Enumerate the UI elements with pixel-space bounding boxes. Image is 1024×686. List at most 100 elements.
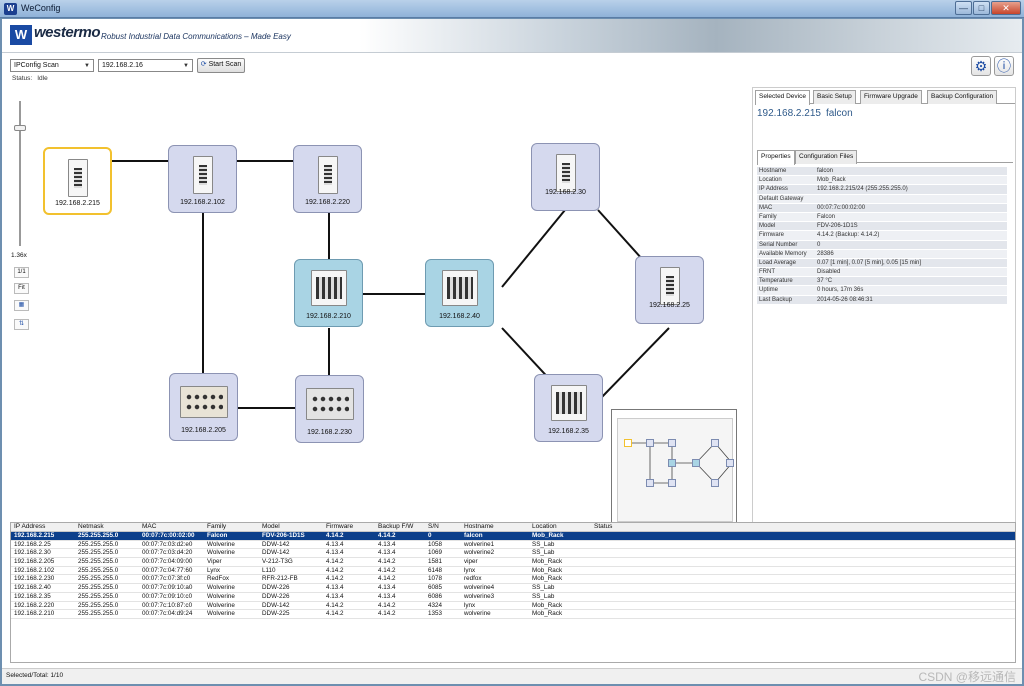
property-row: Hostname falcon <box>757 167 1007 177</box>
table-cell: 4.14.2 <box>378 532 396 539</box>
column-header[interactable]: Firmware <box>326 523 376 530</box>
switch-icon <box>550 385 587 421</box>
column-header[interactable]: Model <box>262 523 324 530</box>
minimize-button[interactable]: — <box>955 1 972 15</box>
table-row[interactable]: 192.168.2.230 255.255.255.0 00:07:7c:07:3f… <box>11 575 1015 585</box>
table-cell: 00:07:7c:09:10:a0 <box>142 584 193 592</box>
property-value: Falcon <box>817 213 836 220</box>
topology-minimap[interactable] <box>611 409 737 529</box>
property-key: Last Backup <box>759 296 793 303</box>
column-header[interactable]: Backup F/W <box>378 523 426 530</box>
table-row[interactable]: 192.168.2.205 255.255.255.0 00:07:7c:04:09… <box>11 558 1015 567</box>
column-header[interactable]: Location <box>532 523 592 530</box>
close-button[interactable]: ✕ <box>991 1 1021 15</box>
table-cell: wolverine4 <box>464 584 495 592</box>
logo-wordmark: westermo <box>34 24 101 41</box>
property-key: Default Gateway <box>759 195 804 202</box>
device-ip: 192.168.2.102 <box>180 199 225 206</box>
settings-button[interactable]: ⚙ <box>971 56 991 76</box>
table-cell: 4.13.4 <box>326 584 344 592</box>
table-cell: 192.168.2.25 <box>14 540 51 548</box>
table-cell: Viper <box>207 558 222 566</box>
table-cell: wolverine2 <box>464 549 495 557</box>
table-cell: Mob_Rack <box>532 532 564 539</box>
arrange-icon[interactable]: ⇅ <box>14 319 29 330</box>
table-cell: 00:07:7c:04:09:00 <box>142 558 193 566</box>
selected-device-name: falcon <box>825 108 853 119</box>
table-cell: 00:07:7c:00:02:00 <box>142 532 195 539</box>
scan-mode-value: IPConfig Scan <box>14 62 59 69</box>
table-cell: Mob_Rack <box>532 566 563 574</box>
table-row[interactable]: 192.168.2.40 255.255.255.0 00:07:7c:09:10:… <box>11 584 1015 593</box>
column-header[interactable]: Family <box>207 523 261 530</box>
table-cell: lynx <box>464 601 476 609</box>
zoom-fit-button[interactable]: Fit <box>14 283 29 294</box>
table-cell: 4324 <box>428 601 443 609</box>
property-row: Uptime 0 hours, 17m 36s <box>757 286 1007 296</box>
table-cell: 255.255.255.0 <box>78 566 119 574</box>
maximize-button[interactable]: □ <box>973 1 990 15</box>
tab-firmware-upgrade[interactable]: Firmware Upgrade <box>860 90 922 104</box>
minimap-node <box>668 479 676 487</box>
device-node-192-168-2-210[interactable]: 192.168.2.210 <box>294 259 363 327</box>
table-cell: 255.255.255.0 <box>78 532 119 539</box>
zoom-actual-size-button[interactable]: 1/1 <box>14 267 29 278</box>
table-row[interactable]: 192.168.2.30 255.255.255.0 00:07:7c:03:d4:… <box>11 549 1015 559</box>
switch-icon <box>310 270 347 306</box>
zoom-level: 1.36x <box>11 252 27 259</box>
zoom-slider-thumb[interactable] <box>14 125 26 131</box>
property-key: MAC <box>759 204 773 211</box>
device-node-192-168-2-205[interactable]: 192.168.2.205 <box>169 373 238 441</box>
layout-icon[interactable]: ▦ <box>14 300 29 311</box>
zoom-slider-track[interactable] <box>19 101 21 246</box>
table-row[interactable]: 192.168.2.25 255.255.255.0 00:07:7c:03:d2:… <box>11 541 1015 550</box>
tab-backup-configuration[interactable]: Backup Configuration <box>927 90 998 104</box>
subtab-configuration-files[interactable]: Configuration Files <box>795 150 858 164</box>
table-cell: 1069 <box>428 549 443 557</box>
table-row[interactable]: 192.168.2.210 255.255.255.0 00:07:7c:04:d9… <box>11 610 1015 619</box>
minimap-viewport[interactable] <box>617 418 734 522</box>
window-title: WeConfig <box>21 3 61 13</box>
table-cell: Wolverine <box>207 601 235 609</box>
table-cell: Lynx <box>207 566 221 574</box>
device-node-192-168-2-25[interactable]: 192.168.2.25 <box>635 256 704 324</box>
column-header[interactable]: Netmask <box>78 523 140 530</box>
table-header: IP Address Netmask MAC Family Model Firmware B… <box>11 523 1015 532</box>
tab-basic-setup[interactable]: Basic Setup <box>813 90 856 104</box>
device-node-192-168-2-230[interactable]: 192.168.2.230 <box>295 375 364 443</box>
table-cell: 00:07:7c:04:77:60 <box>142 566 193 574</box>
start-scan-button[interactable]: ⟳ Start Scan <box>197 58 245 73</box>
table-cell: DDW-225 <box>262 610 290 618</box>
subtab-properties[interactable]: Properties <box>757 150 795 165</box>
table-cell: 4.13.4 <box>378 584 396 592</box>
column-header[interactable]: S/N <box>428 523 462 530</box>
table-cell: Mob_Rack <box>532 575 563 583</box>
table-row[interactable]: 192.168.2.35 255.255.255.0 00:07:7c:09:10:… <box>11 593 1015 602</box>
column-header[interactable]: Hostname <box>464 523 530 530</box>
tab-selected-device[interactable]: Selected Device <box>755 90 810 105</box>
table-cell: 4.14.2 <box>378 566 396 574</box>
device-node-192-168-2-35[interactable]: 192.168.2.35 <box>534 374 603 442</box>
device-node-192-168-2-220[interactable]: 192.168.2.220 <box>293 145 362 213</box>
property-key: Available Memory <box>759 250 807 257</box>
column-header[interactable]: MAC <box>142 523 205 530</box>
scan-mode-select[interactable]: IPConfig Scan ▼ <box>10 59 94 72</box>
device-ip: 192.168.2.210 <box>306 313 351 320</box>
device-node-192-168-2-215[interactable]: 192.168.2.215 <box>43 147 112 215</box>
device-node-192-168-2-40[interactable]: 192.168.2.40 <box>425 259 494 327</box>
table-cell: 4.13.4 <box>378 540 396 548</box>
info-button[interactable]: ⓘ <box>994 56 1014 76</box>
ip-select[interactable]: 192.168.2.16 ▼ <box>98 59 193 72</box>
table-row[interactable]: 192.168.2.220 255.255.255.0 00:07:7c:10:87… <box>11 602 1015 611</box>
column-header[interactable]: Status <box>594 523 654 530</box>
table-cell: 192.168.2.205 <box>14 558 55 566</box>
property-value: Mob_Rack <box>817 177 846 184</box>
table-row[interactable]: 192.168.2.215 255.255.255.0 00:07:7c:00:02… <box>11 532 1015 541</box>
table-cell: 255.255.255.0 <box>78 558 119 566</box>
table-cell: Wolverine <box>207 610 235 618</box>
table-row[interactable]: 192.168.2.102 255.255.255.0 00:07:7c:04:77… <box>11 567 1015 576</box>
column-header[interactable]: IP Address <box>14 523 76 530</box>
device-node-192-168-2-30[interactable]: 192.168.2.30 <box>531 143 600 211</box>
table-cell: 255.255.255.0 <box>78 540 119 548</box>
device-node-192-168-2-102[interactable]: 192.168.2.102 <box>168 145 237 213</box>
